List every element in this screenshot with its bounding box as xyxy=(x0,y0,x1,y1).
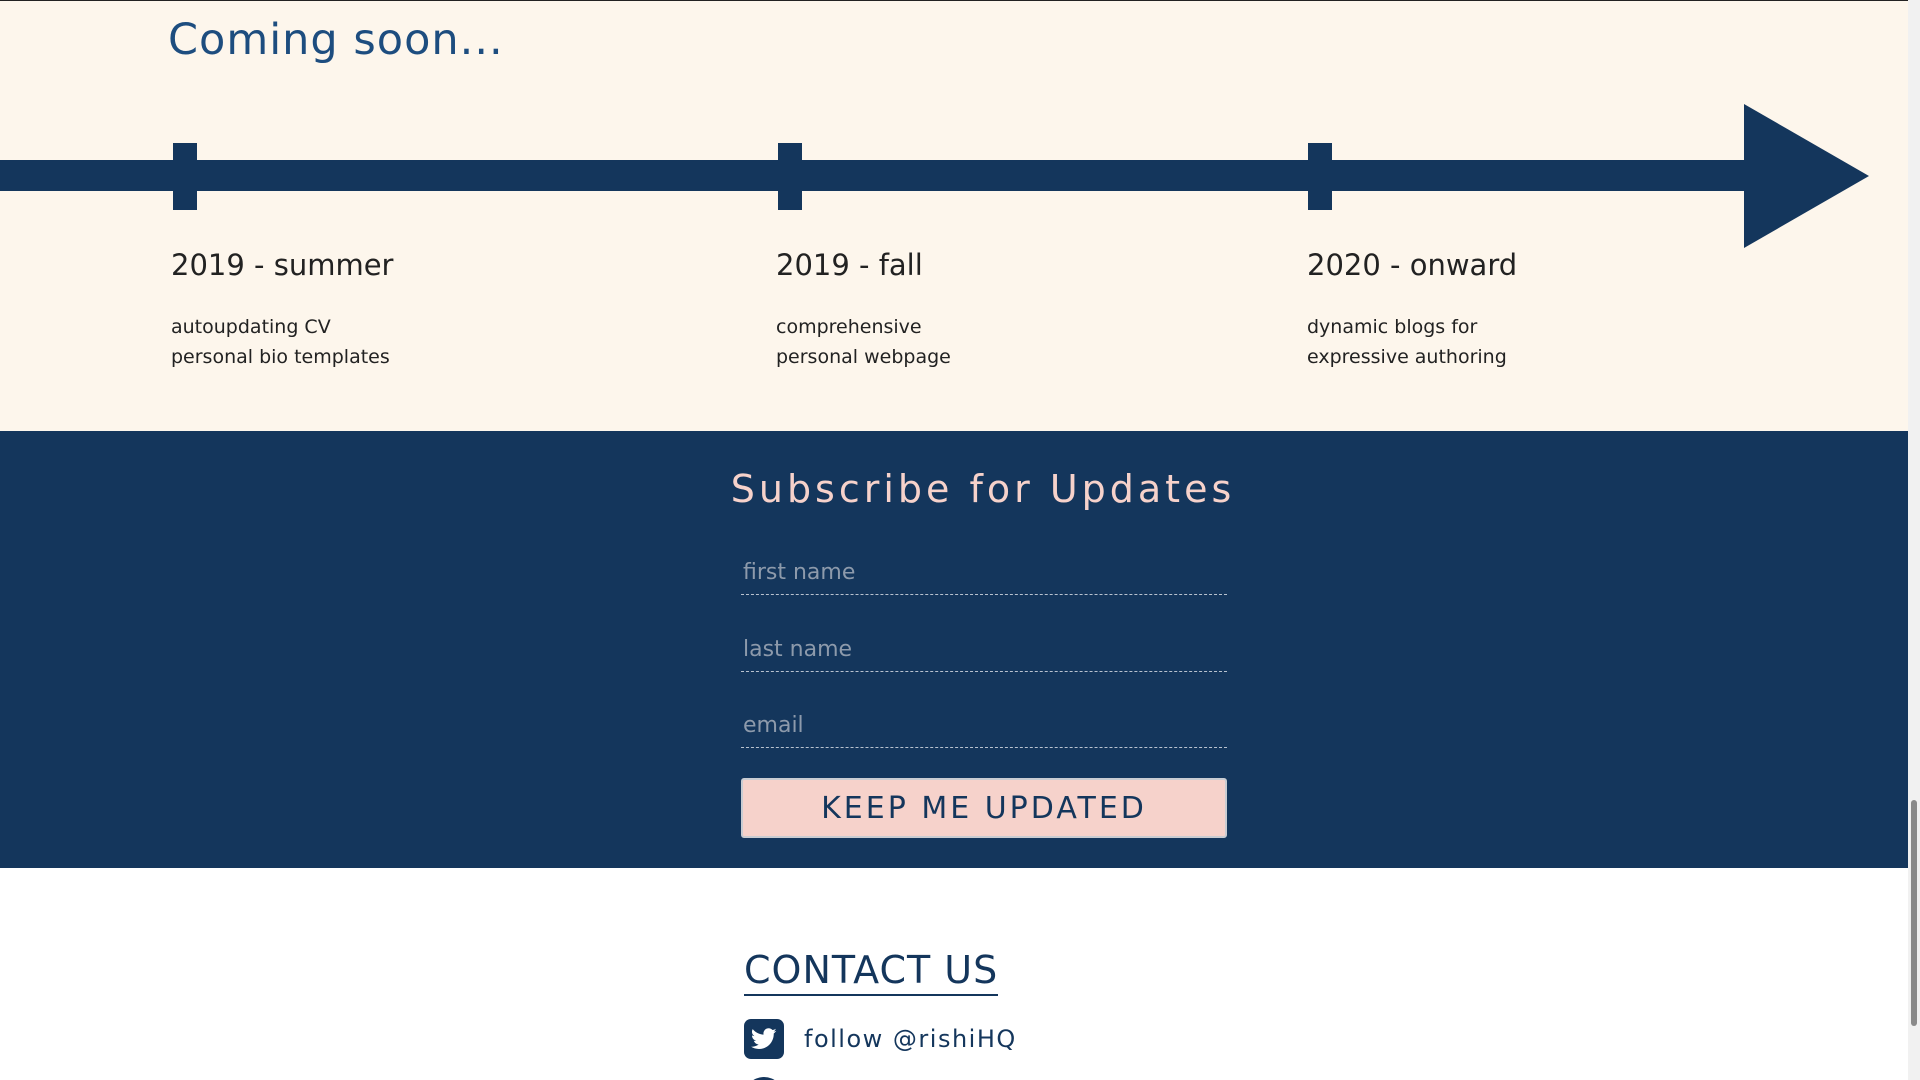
timeline-tick-onward xyxy=(1308,143,1332,210)
contact-section: CONTACT US follow @rishiHQ xyxy=(0,868,1908,1080)
milestone-description-line: comprehensive xyxy=(776,316,922,338)
subscribe-section: Subscribe for Updates KEEP ME UPDATED xyxy=(0,431,1908,868)
twitter-icon[interactable] xyxy=(744,1019,784,1059)
vertical-scrollbar[interactable] xyxy=(1908,0,1920,1080)
twitter-handle-link[interactable]: follow @rishiHQ xyxy=(804,1025,1017,1053)
timeline-arrow-head xyxy=(1744,104,1869,248)
milestone-description-line: dynamic blogs for xyxy=(1307,316,1478,338)
subscribe-title: Subscribe for Updates xyxy=(730,467,1236,511)
twitter-follow-link[interactable]: follow @rishiHQ xyxy=(744,1018,1017,1060)
email-field[interactable] xyxy=(741,704,1227,748)
milestone-date: 2019 - summer xyxy=(171,248,394,282)
milestone-fall: 2019 - fall comprehensive personal webpa… xyxy=(776,248,951,372)
contact-us-title: CONTACT US xyxy=(744,948,999,996)
milestone-onward: 2020 - onward dynamic blogs for expressi… xyxy=(1307,248,1517,372)
first-name-field[interactable] xyxy=(741,551,1227,595)
last-name-field[interactable] xyxy=(741,628,1227,672)
scrollbar-thumb[interactable] xyxy=(1911,800,1917,1026)
timeline-tick-fall xyxy=(778,143,802,210)
milestone-description-line: personal webpage xyxy=(776,346,951,368)
milestone-date: 2019 - fall xyxy=(776,248,923,282)
milestone-description-line: autoupdating CV xyxy=(171,316,331,338)
timeline-bar xyxy=(0,160,1748,191)
keep-me-updated-button[interactable]: KEEP ME UPDATED xyxy=(741,778,1227,838)
milestone-description-line: personal bio templates xyxy=(171,346,390,368)
coming-soon-title: Coming soon... xyxy=(168,15,504,65)
timeline-section: Coming soon... 2019 - summer autoupdatin… xyxy=(0,1,1908,431)
milestone-summer: 2019 - summer autoupdating CV personal b… xyxy=(171,248,393,372)
timeline-tick-summer xyxy=(173,143,197,210)
page: Coming soon... 2019 - summer autoupdatin… xyxy=(0,0,1908,1080)
milestone-date: 2020 - onward xyxy=(1307,248,1518,282)
milestone-description-line: expressive authoring xyxy=(1307,346,1507,368)
